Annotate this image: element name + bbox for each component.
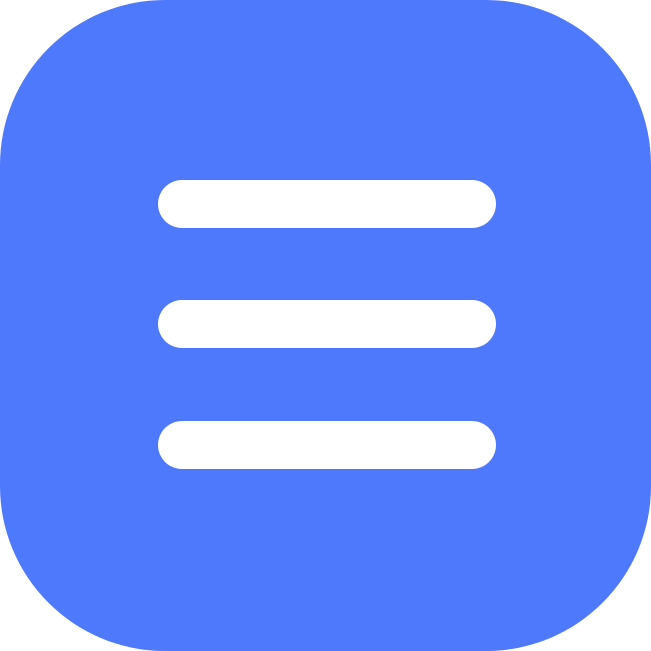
- menu-button[interactable]: [0, 0, 651, 651]
- menu-line-middle: [158, 300, 496, 348]
- menu-line-top: [158, 180, 496, 228]
- menu-line-bottom: [158, 421, 496, 469]
